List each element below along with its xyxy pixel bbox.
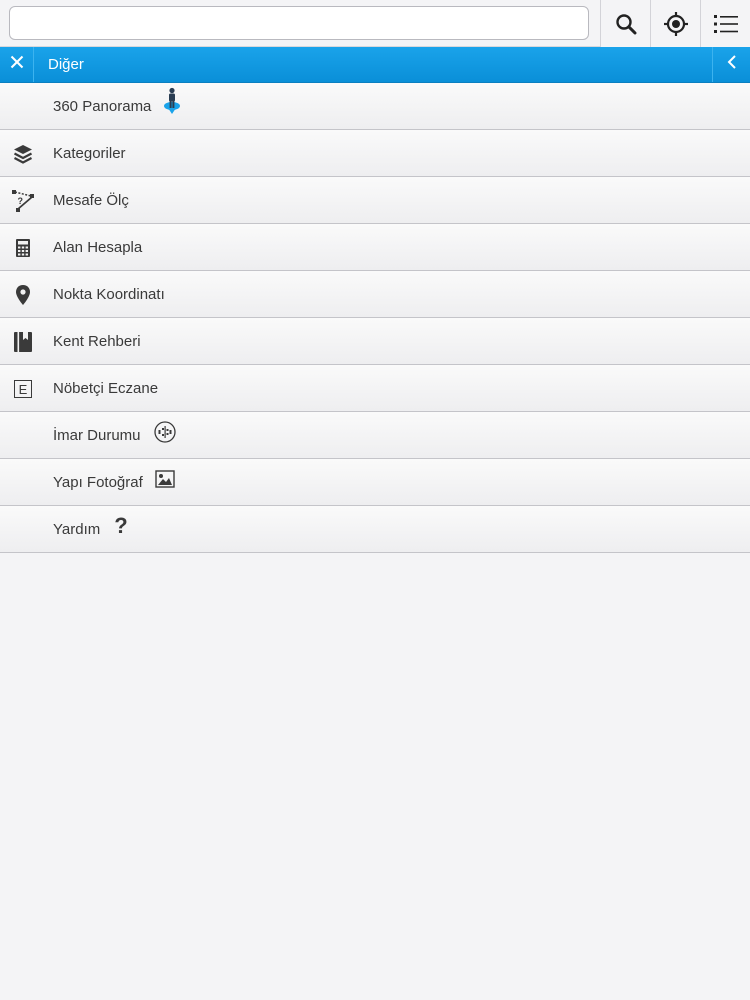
locate-button[interactable] (650, 0, 700, 47)
list-menu-button[interactable] (700, 0, 750, 47)
menu-item-label: Alan Hesapla (53, 239, 143, 256)
top-toolbar (0, 0, 750, 47)
menu-item-label: 360 Panorama (53, 98, 152, 115)
measure-distance-icon: ? (11, 189, 35, 213)
menu-item-kent-rehberi[interactable]: Kent Rehberi (0, 318, 750, 365)
menu-item-label: Yapı Fotoğraf (53, 474, 143, 491)
menu-list: 360 Panorama Kategoriler ? Mesafe Ölç Al… (0, 83, 750, 553)
search-input[interactable] (9, 6, 589, 40)
help-question-icon: ? (114, 512, 128, 538)
photo-icon (155, 469, 175, 488)
menu-item-kategoriler[interactable]: Kategoriler (0, 130, 750, 177)
back-button[interactable] (712, 47, 750, 82)
svg-text:?: ? (18, 196, 24, 206)
crosshair-locate-icon (663, 11, 689, 37)
pharmacy-e-icon: E (11, 377, 35, 401)
menu-item-yardim[interactable]: Yardım ? (0, 506, 750, 553)
menu-item-mesafe-olc[interactable]: ? Mesafe Ölç (0, 177, 750, 224)
menu-item-label: Mesafe Ölç (53, 192, 129, 209)
menu-item-360-panorama[interactable]: 360 Panorama (0, 83, 750, 130)
menu-item-nokta-koordinati[interactable]: Nokta Koordinatı (0, 271, 750, 318)
street-view-person-icon (163, 87, 181, 115)
menu-item-nobetci-eczane[interactable]: E Nöbetçi Eczane (0, 365, 750, 412)
menu-item-label: Kategoriler (53, 145, 126, 162)
menu-item-label: Kent Rehberi (53, 333, 141, 350)
menu-item-imar-durumu[interactable]: İmar Durumu (0, 412, 750, 459)
panel-title: Diğer (48, 56, 84, 73)
menu-item-label: Nokta Koordinatı (53, 286, 165, 303)
close-button[interactable] (0, 47, 34, 82)
menu-item-label: İmar Durumu (53, 427, 141, 444)
close-icon (10, 55, 24, 74)
city-guide-book-icon (11, 330, 35, 354)
calculator-icon (11, 236, 35, 260)
menu-item-yapi-fotograf[interactable]: Yapı Fotoğraf (0, 459, 750, 506)
search-icon (614, 12, 638, 36)
chevron-left-icon (727, 54, 737, 75)
map-pin-icon (11, 283, 35, 307)
zoning-plan-icon (153, 420, 177, 444)
layers-icon (11, 142, 35, 166)
menu-item-label: Yardım (53, 521, 101, 538)
list-menu-icon (713, 13, 739, 35)
pharmacy-e-letter: E (14, 380, 32, 398)
panel-header: Diğer (0, 47, 750, 83)
menu-item-label: Nöbetçi Eczane (53, 380, 159, 397)
menu-item-alan-hesapla[interactable]: Alan Hesapla (0, 224, 750, 271)
search-button[interactable] (600, 0, 650, 47)
